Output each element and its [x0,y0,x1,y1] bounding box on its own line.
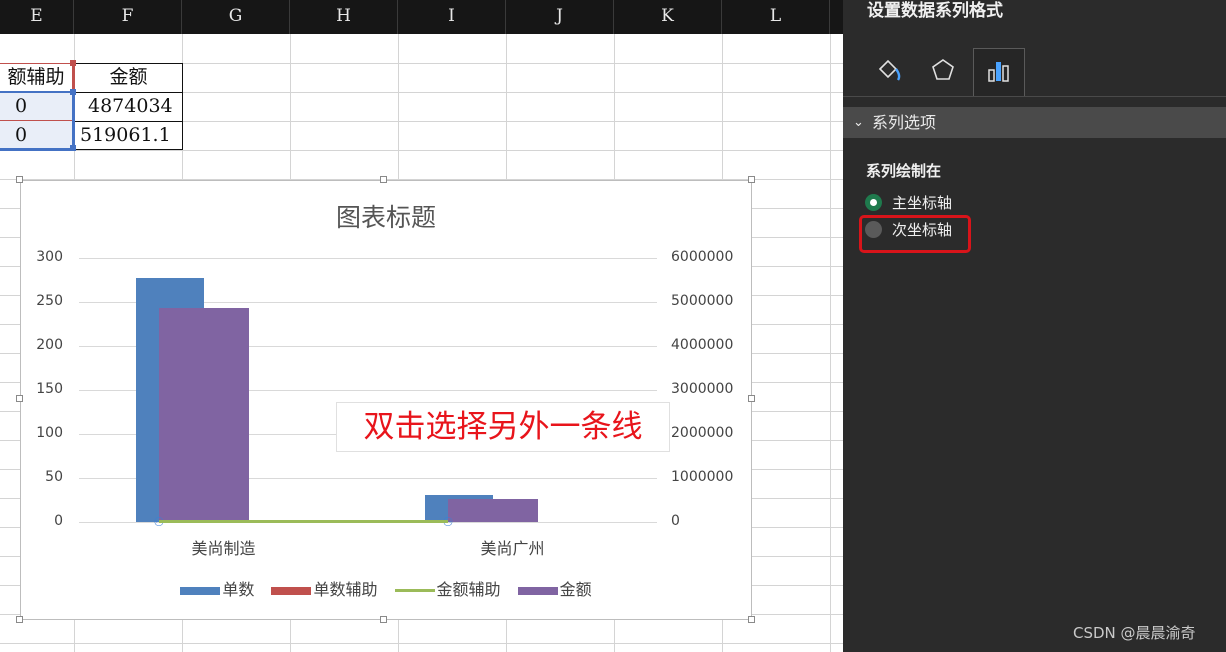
column-header-f[interactable]: F [74,0,182,34]
resize-handle[interactable] [748,616,755,623]
effects-icon [928,55,958,89]
column-header-row: E F G H I J K L [0,0,843,34]
legend-label: 单数 [222,580,255,599]
column-header-k[interactable]: K [614,0,722,34]
resize-handle[interactable] [748,176,755,183]
y-axis-right-tick-label: 3000000 [671,381,734,397]
y-axis-left-tick-label: 0 [54,513,63,529]
spreadsheet[interactable]: E F G H I J K L 额辅助 金额 0 4874034 0 51906… [0,0,843,652]
series-options-section[interactable]: ⌄ 系列选项 [843,107,1226,138]
column-header-e[interactable]: E [0,0,74,34]
column-header-l[interactable]: L [722,0,830,34]
tab-fill-line[interactable] [863,48,915,96]
table-cell[interactable]: 4874034 [74,93,183,120]
resize-handle[interactable] [16,176,23,183]
resize-handle[interactable] [380,176,387,183]
chevron-down-icon: ⌄ [853,115,864,130]
y-axis-left-tick-label: 150 [36,381,63,397]
column-header-h[interactable]: H [290,0,398,34]
y-axis-right-tick-label: 1000000 [671,469,734,485]
radio-selected-icon [865,194,882,211]
chart-area[interactable]: 图表标题 300 250 200 150 100 50 0 6000000 5000000 400… [20,180,752,620]
legend-swatch [180,586,221,595]
table-header-cell[interactable]: 额辅助 [0,64,72,91]
format-data-series-pane: 设置数据系列格式 ⌄ 系列选项 系列绘制在 主坐标轴 次坐标轴 CSDN @晨晨… [843,0,1226,652]
legend-item[interactable]: 金额辅助 [394,576,501,600]
series-options-icon [984,56,1014,90]
y-axis-right-tick-label: 5000000 [671,293,734,309]
y-axis-left-tick-label: 50 [45,469,63,485]
y-axis-left-tick-label: 300 [36,249,63,265]
table-cell[interactable]: 519061.1 [74,122,183,149]
column-header-i[interactable]: I [398,0,506,34]
radio-label: 主坐标轴 [892,194,953,212]
table-cell[interactable]: 0 [0,93,42,120]
resize-handle[interactable] [16,616,23,623]
gridline [79,258,657,259]
column-header-j[interactable]: J [506,0,614,34]
x-axis-category-label: 美尚制造 [191,539,256,558]
legend-item[interactable]: 单数 [180,576,254,600]
legend-item[interactable]: 金额 [517,576,592,600]
resize-handle[interactable] [748,395,755,402]
y-axis-right-tick-label: 6000000 [671,249,734,265]
resize-handle[interactable] [380,616,387,623]
tab-effects[interactable] [917,48,969,96]
fill-line-icon [874,55,904,89]
plot-series-on-label: 系列绘制在 [866,162,942,180]
line-金额辅助 [158,520,448,523]
plot-area[interactable]: 300 250 200 150 100 50 0 6000000 5000000 4000000 3… [21,181,751,619]
legend-label: 金额辅助 [436,580,501,599]
y-axis-right-tick-label: 4000000 [671,337,734,353]
legend-swatch [271,586,312,595]
bar-金额[interactable] [158,307,249,522]
table-header-cell[interactable]: 金额 [74,64,183,91]
section-label: 系列选项 [872,113,937,132]
y-axis-right-tick-label: 0 [671,513,680,529]
y-axis-left-tick-label: 250 [36,293,63,309]
bar-金额[interactable] [447,499,538,522]
table-cell[interactable]: 0 [0,122,42,149]
watermark: CSDN @晨晨渝奇 [1073,624,1196,642]
radio-primary-axis[interactable]: 主坐标轴 [865,192,1065,214]
legend-label: 金额 [559,580,592,599]
y-axis-right-tick-label: 2000000 [671,425,734,441]
tab-series-options[interactable] [973,48,1025,96]
column-header-g[interactable]: G [182,0,290,34]
annotation-callout: 双击选择另外一条线 [336,402,670,452]
x-axis-category-label: 美尚广州 [480,539,545,558]
legend-label: 单数辅助 [313,580,378,599]
highlight-box [859,215,971,253]
y-axis-left-tick-label: 200 [36,337,63,353]
legend-swatch [517,586,558,595]
chart-legend[interactable]: 单数 单数辅助 金额辅助 金额 [21,576,751,600]
y-axis-left-tick-label: 100 [36,425,63,441]
resize-handle[interactable] [16,395,23,402]
legend-item[interactable]: 单数辅助 [271,576,377,600]
legend-swatch [394,589,435,592]
pane-title: 设置数据系列格式 [867,1,1003,21]
